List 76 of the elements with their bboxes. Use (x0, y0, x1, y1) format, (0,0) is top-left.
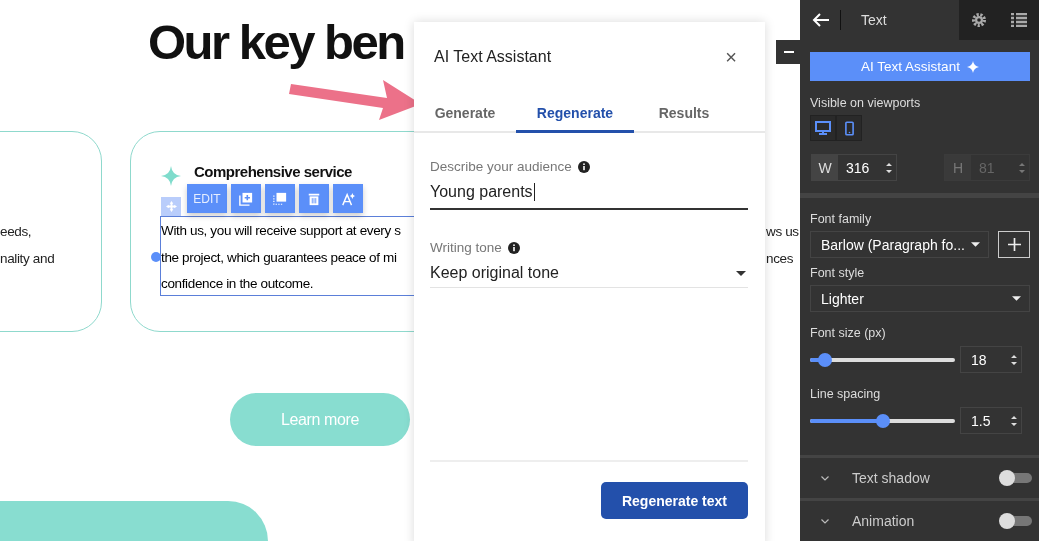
ai-text-button[interactable] (333, 184, 363, 213)
delete-button[interactable] (299, 184, 329, 213)
close-button[interactable]: × (725, 47, 737, 67)
ai-text-icon (341, 191, 355, 206)
text-field[interactable]: Young parents (430, 178, 748, 210)
caret-icon (736, 270, 746, 276)
list-icon (1011, 13, 1027, 27)
slider-thumb[interactable] (817, 352, 832, 367)
slider-track[interactable] (810, 352, 955, 367)
card-text: nces (766, 249, 795, 268)
section-title: Text shadow (852, 470, 931, 486)
dropdown[interactable]: Keep original tone (430, 259, 748, 288)
stepper-icon (1011, 415, 1017, 426)
number-field[interactable]: 1.5 (960, 407, 1022, 434)
font-family-dropdown[interactable]: Barlow (Paragraph fo... (810, 231, 989, 258)
sparkle-icon (161, 166, 181, 186)
toggle-switch[interactable] (1000, 473, 1032, 483)
monitor-icon (815, 121, 831, 135)
slider-track[interactable] (810, 413, 955, 428)
desktop-toggle[interactable] (810, 115, 836, 141)
info-icon (577, 160, 590, 173)
move-handle[interactable] (161, 197, 181, 216)
dialog-title: AI Text Assistant (434, 48, 552, 66)
card-text: confidence in the outcome. (161, 275, 315, 293)
stepper-icon (1019, 162, 1025, 173)
card-text: nality and (0, 249, 55, 268)
stepper-icon (886, 162, 892, 173)
section-title: Animation (852, 513, 916, 529)
number-field[interactable]: 18 (960, 346, 1022, 373)
back-arrow-icon (812, 13, 830, 27)
field-label: Line spacing (810, 387, 882, 401)
section-label: Visible on viewports (810, 96, 922, 110)
layer-icon (273, 191, 287, 206)
back-button[interactable] (812, 13, 830, 27)
font-style-dropdown[interactable]: Lighter (810, 285, 1030, 312)
info-icon (507, 241, 520, 254)
resize-handle[interactable] (151, 252, 161, 262)
settings-button[interactable] (971, 12, 987, 28)
number-field[interactable]: W 316 (811, 154, 897, 181)
card-text: With us, you will receive support at every s (161, 222, 402, 240)
duplicate-button[interactable] (231, 184, 261, 213)
move-icon (165, 201, 177, 212)
slider-thumb[interactable] (875, 413, 890, 428)
phone-icon (844, 120, 854, 136)
card-text: ws us (766, 223, 799, 241)
add-font-button[interactable] (998, 231, 1030, 258)
regenerate-button[interactable]: Regenerate text (601, 482, 748, 519)
toggle-switch[interactable] (1000, 516, 1032, 526)
caret-icon (1012, 296, 1021, 301)
caret-icon (971, 242, 980, 247)
field-label: Describe your audience (430, 159, 572, 174)
mobile-toggle[interactable] (836, 115, 862, 141)
tab[interactable]: Generate (414, 103, 516, 133)
plus-icon (1007, 238, 1021, 251)
tab[interactable]: Results (634, 103, 734, 133)
settings-icon (971, 12, 987, 28)
field-label: Writing tone (430, 240, 502, 255)
field-label: Font size (px) (810, 326, 887, 340)
card-text: the project, which guarantees peace of mi (161, 248, 398, 267)
field-label: Font style (810, 266, 866, 280)
duplicate-icon (239, 191, 253, 206)
layers-button[interactable] (1011, 13, 1027, 27)
minus-icon (784, 51, 794, 53)
collapse-button[interactable] (776, 40, 800, 64)
layer-button[interactable] (265, 184, 295, 213)
field-label: Font family (810, 212, 873, 226)
card-title: Comprehensive service (194, 163, 352, 180)
page-heading: Our key ben (148, 14, 404, 70)
trash-icon (307, 191, 321, 206)
sparkle-icon (966, 60, 979, 73)
chevron-down-icon (821, 518, 829, 524)
tab[interactable]: Regenerate (516, 103, 634, 133)
chevron-down-icon (821, 475, 829, 481)
stepper-icon (1011, 354, 1017, 365)
card-text: eeds, (0, 223, 33, 241)
panel-title: Text (861, 12, 888, 28)
